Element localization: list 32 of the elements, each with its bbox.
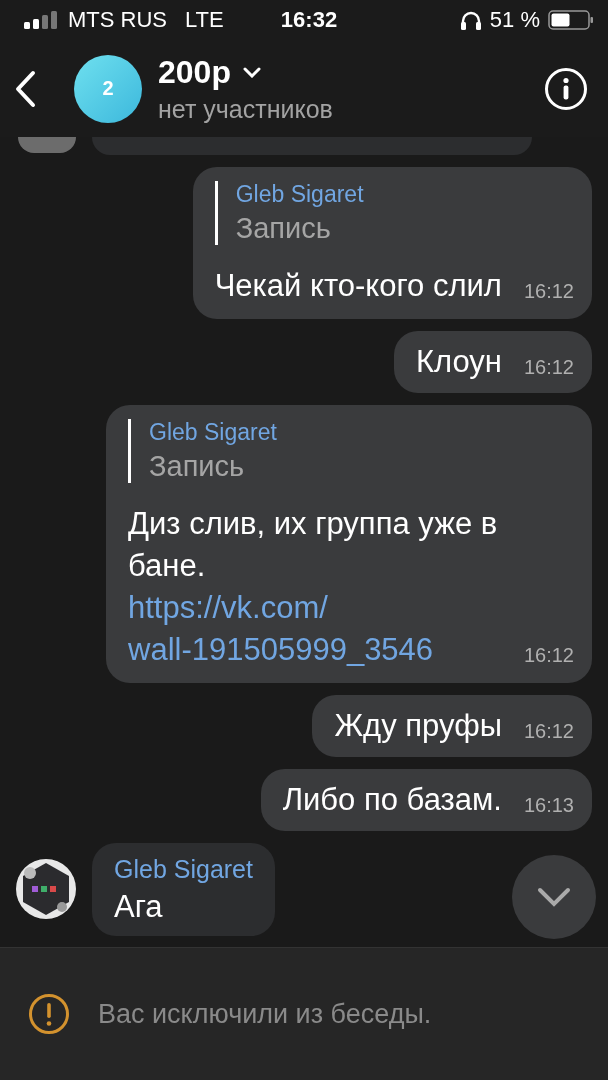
warning-icon (28, 993, 70, 1035)
clock: 16:32 (280, 7, 338, 33)
message-time: 16:12 (523, 644, 574, 668)
battery-percent: 51 % (489, 7, 540, 33)
chevron-down-icon (537, 887, 571, 907)
info-icon[interactable] (544, 66, 588, 111)
signal-icon (24, 11, 60, 29)
message-text: Клоун (415, 343, 502, 381)
notice-text: Вас исключили из беседы. (98, 998, 432, 1030)
avatar (18, 137, 76, 153)
message-link[interactable]: https://vk.com/wall-191505999_3546 (128, 587, 502, 671)
network-type: LTE (185, 7, 224, 33)
message-text: Чекай кто-кого слил (214, 267, 502, 305)
chat-subtitle: нет участников (158, 94, 334, 124)
reply-quote[interactable]: Gleb Sigaret Запись (214, 181, 574, 245)
author-name: Gleb Sigaret (114, 855, 253, 884)
chat-avatar: 2 (74, 54, 142, 123)
message-text: Жду пруфы (334, 707, 502, 745)
message-time: 16:12 (523, 280, 574, 304)
message-time: 16:13 (523, 794, 574, 818)
message-text: Диз слив, их группа уже в бане. (128, 505, 499, 585)
chevron-down-icon[interactable] (242, 66, 261, 78)
message-time: 16:12 (523, 720, 574, 744)
headphones-icon (459, 10, 482, 30)
chat-title[interactable]: 200р (158, 53, 231, 91)
reply-quote[interactable]: Gleb Sigaret Запись (128, 419, 574, 483)
carrier-name: MTS RUS (68, 7, 167, 33)
back-icon[interactable] (14, 69, 36, 108)
message-text: Либо по базам. (282, 781, 502, 819)
message-time: 16:12 (523, 356, 574, 380)
battery-icon (548, 10, 594, 30)
message-text: Ага (114, 888, 164, 926)
